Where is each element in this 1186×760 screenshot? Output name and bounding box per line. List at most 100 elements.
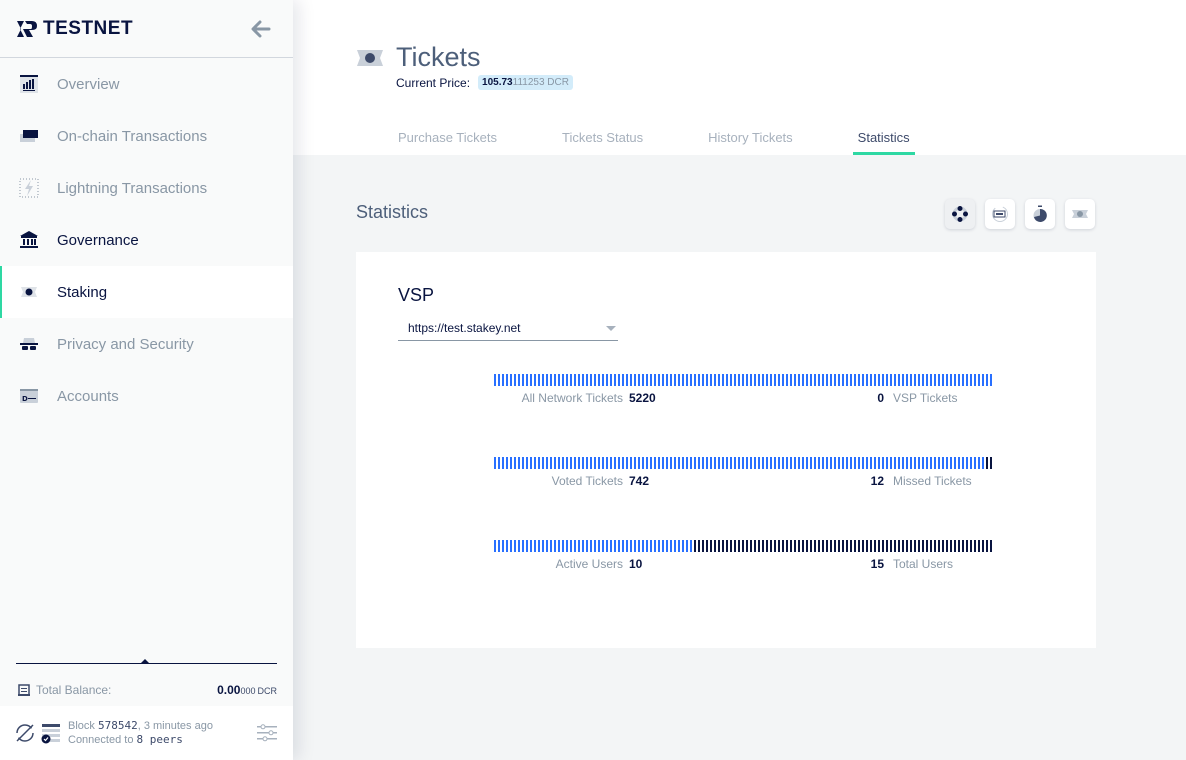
current-price-label: Current Price: [396,75,471,90]
stat-left-label: Voted Tickets [551,474,623,488]
purchase-stats-icon [992,206,1008,222]
stat-bar-right-segment [694,540,994,552]
total-balance: Total Balance: 0.00000 DCR [18,681,277,699]
sidebar-item-label: Governance [57,231,139,249]
sync-icon [16,724,34,742]
vsp-stats-button[interactable] [945,199,975,229]
stat-bar-left-segment [494,540,694,552]
stat-right-label: Missed Tickets [893,474,972,488]
balance-main: 0.00 [217,683,241,697]
section-title: Statistics [356,202,429,222]
ticket-stats-button[interactable] [1065,199,1095,229]
accounts-icon: D [19,386,39,406]
lightning-icon [19,178,39,198]
stat-left-value: 742 [629,474,650,488]
sidebar-item-privacy-and-security[interactable]: Privacy and Security [0,318,293,370]
privacy-icon [19,334,39,354]
svg-text:D: D [22,395,28,403]
stat-active-vs-total-users: Active Users 10 15 Total Users [494,540,1004,575]
vsp-title: VSP [398,285,435,305]
sidebar-item-overview[interactable]: Overview [0,58,293,110]
transactions-icon [19,126,39,146]
stat-bar-left-segment [494,457,986,469]
total-balance-value: 0.00000 DCR [217,683,277,697]
vsp-statistics-card: VSP https://test.stakey.net All Network … [356,252,1096,648]
peer-count: 8 peers [136,733,183,746]
block-number: 578542 [97,719,138,732]
overview-icon [19,74,39,94]
governance-icon [19,230,39,250]
stat-right-label: Total Users [893,557,954,571]
chevron-down-icon [606,326,616,331]
vsp-selected-value: https://test.stakey.net [408,321,521,335]
sidebar-item-label: Accounts [57,387,119,405]
sidebar-item-on-chain-transactions[interactable]: On-chain Transactions [0,110,293,162]
tab-purchase-tickets[interactable]: Purchase Tickets [398,130,497,155]
network-status-bar: Block 578542, 3 minutes ago Connected to… [0,706,293,760]
sidebar-item-label: Staking [57,283,108,301]
total-balance-label: Total Balance: [36,683,112,697]
stat-right-value: 15 [870,557,884,571]
stat-left-label: All Network Tickets [521,391,623,405]
collapse-sidebar-button[interactable] [249,17,273,41]
blockchain-icon [41,724,60,744]
page-header: Tickets Current Price: 105.73111253 DCR … [293,0,1186,155]
stat-network-vs-vsp-tickets: All Network Tickets 5220 0 VSP Tickets [494,374,1004,409]
stat-bar-right-segment [986,457,994,469]
sidebar-item-governance[interactable]: Governance [0,214,293,266]
stopwatch-icon [1033,205,1047,222]
page-title-row: Tickets [356,42,481,73]
stat-labels: All Network Tickets 5220 0 VSP Tickets [494,391,1004,409]
stat-labels: Voted Tickets 742 12 Missed Tickets [494,474,1004,492]
tab-tickets-status[interactable]: Tickets Status [562,130,643,155]
purchase-stats-button[interactable] [985,199,1015,229]
price-main: 105.73 [482,77,513,88]
stat-bar-left-segment [494,374,994,386]
sidebar-item-label: On-chain Transactions [57,127,208,145]
balance-toggle-caret[interactable] [140,659,150,664]
main-content: Statistics VSP https://test.stakey.net A… [293,155,1186,760]
tab-history-tickets[interactable]: History Tickets [708,130,793,155]
stat-bar [494,374,1004,386]
sidebar-nav: Overview On-chain Transactions Lightning… [0,58,293,422]
staking-icon [19,282,39,302]
network-label: TESTNET [43,17,134,39]
settings-sliders-icon[interactable] [257,724,277,742]
block-status: Block 578542, 3 minutes ago Connected to… [68,719,213,747]
time-stats-button[interactable] [1025,199,1055,229]
block-age: , 3 minutes ago [137,720,213,732]
balance-unit: DCR [257,686,278,696]
balance-small: 000 [240,686,256,696]
sidebar-item-label: Lightning Transactions [57,179,208,197]
sidebar-item-accounts[interactable]: D Accounts [0,370,293,422]
sidebar-item-lightning-transactions[interactable]: Lightning Transactions [0,162,293,214]
block-label: Block [68,720,95,732]
vsp-select[interactable]: https://test.stakey.net [398,318,618,341]
tab-statistics[interactable]: Statistics [852,130,915,155]
logo-row: TESTNET [0,0,293,58]
stat-labels: Active Users 10 15 Total Users [494,557,1004,575]
statistics-view-buttons [945,199,1105,229]
page-title: Tickets [396,42,481,72]
sidebar: TESTNET Overview On-chain Transactions L… [0,0,293,760]
stat-left-value: 10 [629,557,643,571]
stat-left-value: 5220 [629,391,656,405]
current-price: Current Price: 105.73111253 DCR [396,75,573,90]
balance-icon [18,684,30,696]
tickets-icon [357,49,383,66]
tickets-tabs: Purchase Tickets Tickets Status History … [398,130,975,155]
stat-left-label: Active Users [555,557,623,571]
stat-right-value: 0 [877,391,884,405]
decred-logo-icon [17,20,37,37]
connected-label: Connected to [68,734,134,746]
ticket-stats-icon [1072,210,1088,218]
stat-bar [494,540,1004,552]
price-rest: 111253 DCR [512,77,569,88]
stat-right-value: 12 [870,474,884,488]
sidebar-item-label: Privacy and Security [57,335,194,353]
stat-voted-vs-missed-tickets: Voted Tickets 742 12 Missed Tickets [494,457,1004,492]
sidebar-item-staking[interactable]: Staking [0,266,293,318]
vsp-stats-icon [952,206,968,222]
sidebar-item-label: Overview [57,75,120,93]
stat-right-label: VSP Tickets [893,391,958,405]
